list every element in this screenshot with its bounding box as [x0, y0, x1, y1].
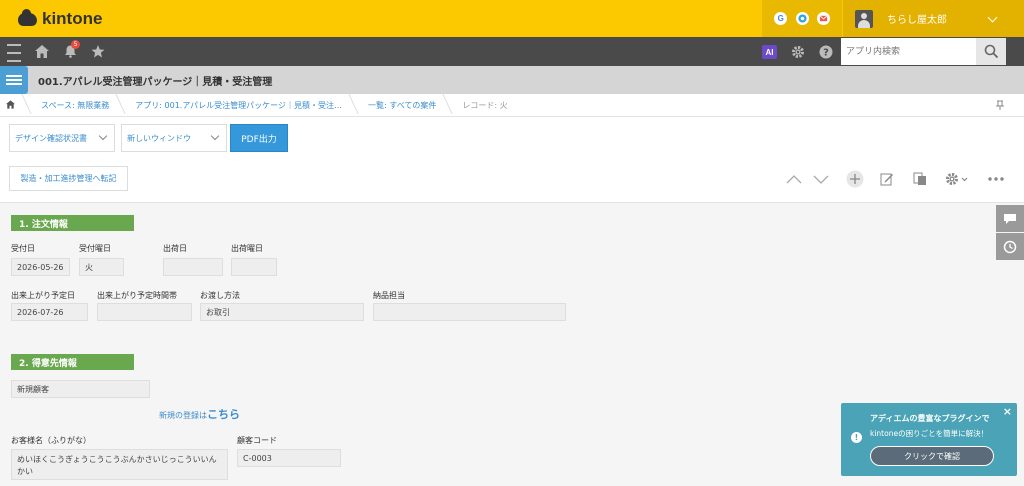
finish-time-label: 出来上がり予定時間帯	[97, 291, 177, 300]
info-icon: !	[851, 432, 862, 443]
receipt-weekday-field[interactable]: 火	[79, 258, 124, 276]
breadcrumb: スペース: 無限業務 アプリ: 001.アパレル受注管理パッケージ｜見積・受注……	[0, 94, 1024, 117]
ship-date-label: 出荷日	[163, 244, 187, 253]
user-menu[interactable]: ちらし屋太郎	[843, 0, 1024, 37]
app-list-icon[interactable]	[0, 66, 28, 94]
duplicate-icon[interactable]	[911, 170, 929, 188]
breadcrumb-home-icon[interactable]	[0, 99, 27, 111]
breadcrumb-view[interactable]: 一覧: すべての案件	[354, 100, 448, 111]
receipt-date-label: 受付日	[11, 244, 35, 253]
customer-type-field[interactable]: 新規顧客	[11, 380, 150, 398]
chrome-icon[interactable]	[795, 12, 809, 25]
avatar	[855, 9, 873, 28]
section-order-info: 1. 注文情報	[11, 215, 134, 231]
popup-body: kintoneの困りごとを簡単に解決！	[870, 429, 989, 438]
comment-tab[interactable]	[996, 205, 1024, 232]
customer-code-label: 顧客コード	[237, 436, 277, 445]
service-icons: G	[762, 0, 842, 37]
google-icon[interactable]: G	[774, 12, 788, 25]
finish-date-label: 出来上がり予定日	[11, 291, 75, 300]
transfer-button[interactable]: 製造・加工進捗管理へ転記	[9, 166, 128, 191]
logo-cloud-icon	[18, 8, 37, 26]
customer-code-field[interactable]: C-0003	[237, 449, 341, 467]
chevron-down-icon	[987, 12, 998, 23]
receipt-date-field[interactable]: 2026-05-26	[11, 258, 70, 276]
search-input[interactable]	[841, 38, 976, 65]
breadcrumb-space[interactable]: スペース: 無限業務	[27, 100, 121, 111]
register-link-text[interactable]: こちら	[207, 408, 240, 421]
user-name: ちらし屋太郎	[887, 15, 947, 26]
register-link[interactable]: 新規の登録はこちら	[159, 406, 240, 422]
customer-kana-label: お客様名（ふりがな）	[11, 436, 91, 445]
delivery-method-label: お渡し方法	[200, 291, 240, 300]
ship-weekday-field[interactable]	[231, 258, 277, 276]
delivery-staff-field[interactable]	[373, 303, 566, 321]
chevron-down-icon[interactable]	[812, 170, 830, 188]
add-record-icon[interactable]	[846, 170, 864, 188]
finish-time-field[interactable]	[97, 303, 192, 321]
settings-menu-icon[interactable]	[944, 170, 970, 188]
pdf-export-button[interactable]: PDF出力	[230, 124, 288, 152]
section-customer-info: 2. 得意先情報	[11, 354, 134, 370]
chevron-down-icon	[210, 131, 220, 141]
chevron-down-icon	[98, 131, 108, 141]
chevron-up-icon[interactable]	[785, 170, 803, 188]
menu-icon[interactable]	[6, 38, 22, 67]
breadcrumb-record: レコード: 火	[462, 100, 508, 110]
window-select-value: 新しいウィンドウ	[127, 133, 191, 143]
delivery-method-field[interactable]: お取引	[200, 303, 364, 321]
register-link-prefix: 新規の登録は	[159, 411, 207, 420]
delivery-staff-label: 納品担当	[373, 291, 405, 300]
customer-kana-field[interactable]: めいほくこうぎょうこうこうぶんかさいじっこういいんかい	[11, 449, 228, 480]
popup-confirm-button[interactable]: クリックで確認	[870, 446, 994, 466]
edit-icon[interactable]	[878, 170, 896, 188]
help-icon[interactable]: ?	[817, 37, 835, 66]
print-layout-select-value: デザイン確認状況書	[15, 133, 87, 143]
logo-text: kintone	[42, 9, 103, 28]
print-layout-select[interactable]: デザイン確認状況書	[9, 124, 115, 152]
mail-icon[interactable]	[816, 12, 830, 25]
search-icon[interactable]	[976, 38, 1006, 65]
kintone-logo[interactable]: kintone	[18, 8, 103, 29]
ai-button[interactable]: AI	[762, 45, 777, 59]
app-title[interactable]: 001.アパレル受注管理パッケージ｜見積・受注管理	[38, 73, 272, 88]
home-icon[interactable]	[33, 37, 51, 66]
popup-title: アディエムの豊富なプラグインで	[870, 414, 990, 423]
star-icon[interactable]	[89, 37, 107, 66]
notification-badge: 5	[71, 40, 80, 49]
gear-icon[interactable]	[789, 37, 807, 66]
plugin-promo-popup: × ! アディエムの豊富なプラグインで kintoneの困りごとを簡単に解決！ …	[841, 403, 1017, 476]
finish-date-field[interactable]: 2026-07-26	[11, 303, 88, 321]
more-options-icon[interactable]	[987, 170, 1005, 188]
history-tab[interactable]	[996, 233, 1024, 260]
svg-text:?: ?	[823, 47, 829, 58]
receipt-weekday-label: 受付曜日	[79, 244, 111, 253]
pin-icon[interactable]	[995, 100, 1005, 113]
close-icon[interactable]: ×	[1003, 405, 1012, 418]
ship-date-field[interactable]	[163, 258, 223, 276]
ship-weekday-label: 出荷曜日	[231, 244, 263, 253]
window-select[interactable]: 新しいウィンドウ	[121, 124, 227, 152]
breadcrumb-app[interactable]: アプリ: 001.アパレル受注管理パッケージ｜見積・受注…	[121, 100, 354, 111]
